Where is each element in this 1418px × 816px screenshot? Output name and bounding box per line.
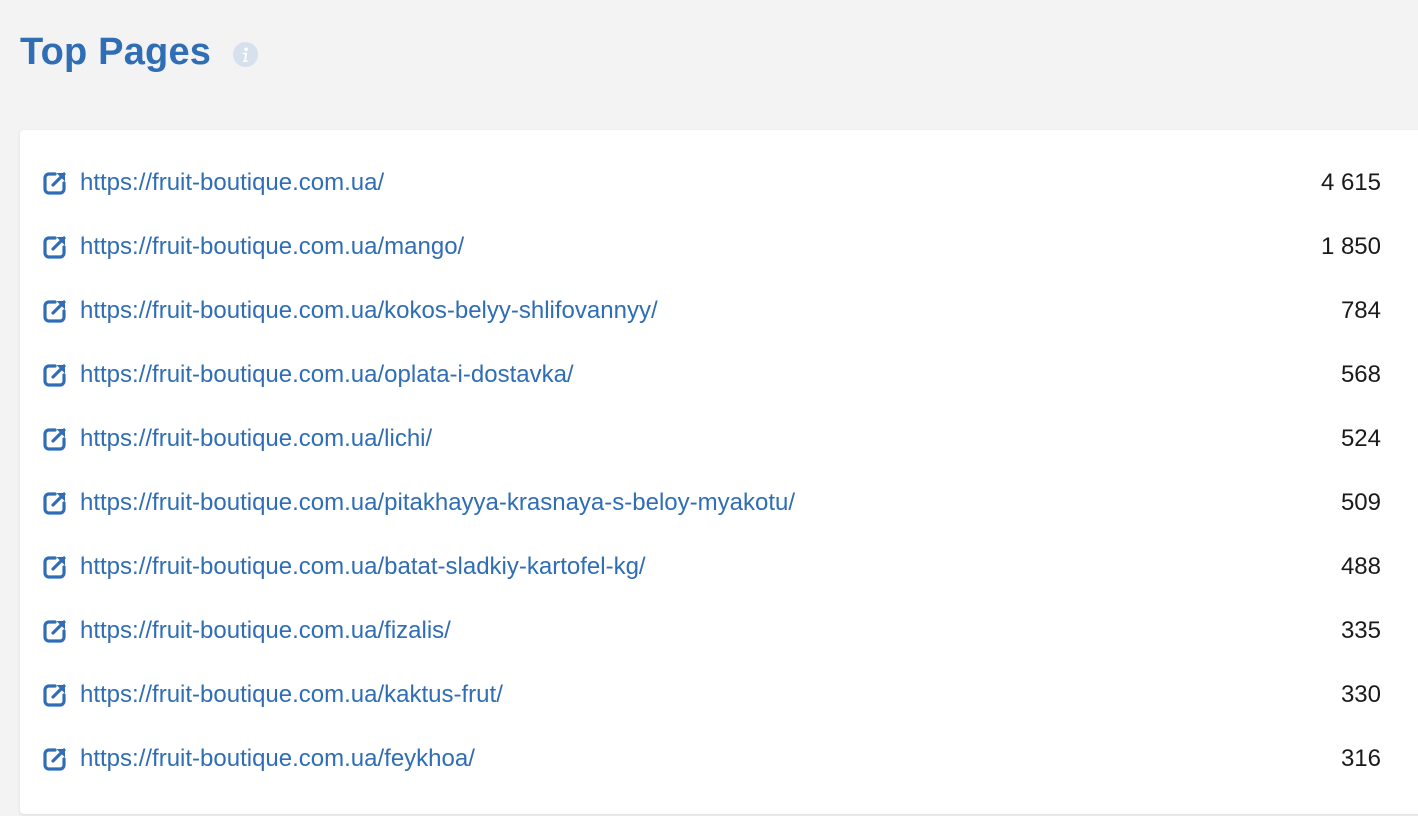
page-title: Top Pages <box>20 31 212 73</box>
list-item: https://fruit-boutique.com.ua/batat-slad… <box>20 535 1418 599</box>
page-count: 784 <box>1340 297 1381 324</box>
external-link-icon[interactable] <box>42 298 68 324</box>
page-url-link[interactable]: https://fruit-boutique.com.ua/fizalis/ <box>80 615 451 647</box>
list-item: https://fruit-boutique.com.ua/kokos-bely… <box>20 279 1418 343</box>
page-url-link[interactable]: https://fruit-boutique.com.ua/feykhoa/ <box>80 743 475 775</box>
page-count: 4 615 <box>1320 169 1381 196</box>
page-count: 488 <box>1340 553 1381 580</box>
page-header: Top Pages <box>20 28 259 76</box>
page-count: 509 <box>1340 489 1381 516</box>
page-url-link[interactable]: https://fruit-boutique.com.ua/batat-slad… <box>80 551 646 583</box>
external-link-icon[interactable] <box>42 170 68 196</box>
external-link-icon[interactable] <box>42 746 68 772</box>
list-item: https://fruit-boutique.com.ua/kaktus-fru… <box>20 663 1418 727</box>
list-item: https://fruit-boutique.com.ua/feykhoa/ 3… <box>20 727 1418 791</box>
page-count: 1 850 <box>1320 233 1381 260</box>
page-count: 316 <box>1340 745 1381 772</box>
list-item: https://fruit-boutique.com.ua/oplata-i-d… <box>20 343 1418 407</box>
info-icon[interactable] <box>232 41 259 68</box>
list-item: https://fruit-boutique.com.ua/fizalis/ 3… <box>20 599 1418 663</box>
page-count: 524 <box>1340 425 1381 452</box>
page-url-link[interactable]: https://fruit-boutique.com.ua/kokos-bely… <box>80 295 658 327</box>
external-link-icon[interactable] <box>42 618 68 644</box>
list-item: https://fruit-boutique.com.ua/pitakhayya… <box>20 471 1418 535</box>
page-url-link[interactable]: https://fruit-boutique.com.ua/kaktus-fru… <box>80 679 503 711</box>
external-link-icon[interactable] <box>42 490 68 516</box>
list-item: https://fruit-boutique.com.ua/lichi/ 524 <box>20 407 1418 471</box>
external-link-icon[interactable] <box>42 234 68 260</box>
top-pages-list: https://fruit-boutique.com.ua/ 4 615 htt… <box>20 130 1418 791</box>
external-link-icon[interactable] <box>42 362 68 388</box>
page-url-link[interactable]: https://fruit-boutique.com.ua/pitakhayya… <box>80 487 795 519</box>
external-link-icon[interactable] <box>42 426 68 452</box>
list-item: https://fruit-boutique.com.ua/mango/ 1 8… <box>20 215 1418 279</box>
top-pages-card: https://fruit-boutique.com.ua/ 4 615 htt… <box>20 130 1418 814</box>
page-url-link[interactable]: https://fruit-boutique.com.ua/oplata-i-d… <box>80 359 574 391</box>
external-link-icon[interactable] <box>42 682 68 708</box>
page-url-link[interactable]: https://fruit-boutique.com.ua/lichi/ <box>80 423 432 455</box>
page-count: 335 <box>1340 617 1381 644</box>
page-url-link[interactable]: https://fruit-boutique.com.ua/mango/ <box>80 231 464 263</box>
page-count: 568 <box>1340 361 1381 388</box>
list-item: https://fruit-boutique.com.ua/ 4 615 <box>20 151 1418 215</box>
page-count: 330 <box>1340 681 1381 708</box>
external-link-icon[interactable] <box>42 554 68 580</box>
page-url-link[interactable]: https://fruit-boutique.com.ua/ <box>80 167 384 199</box>
